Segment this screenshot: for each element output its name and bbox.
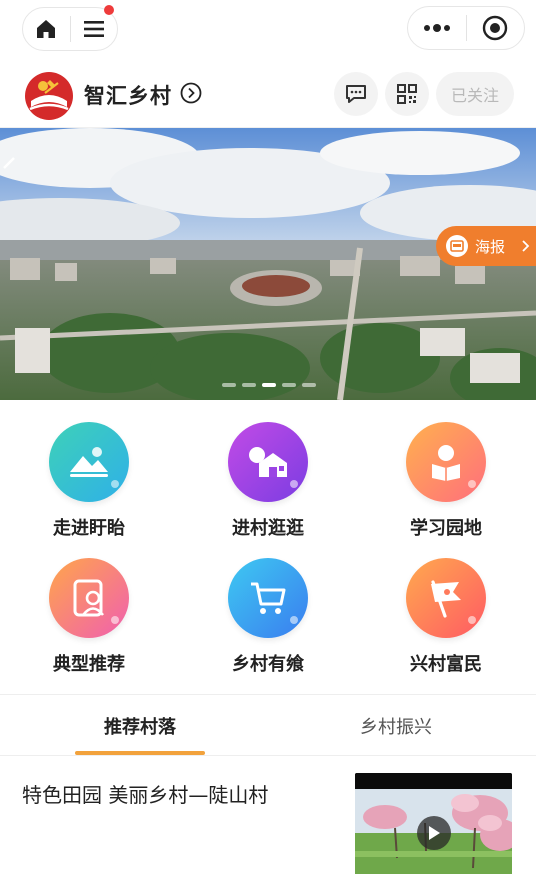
grid-item-label: 学习园地	[410, 518, 482, 539]
nav-capsule	[22, 5, 118, 51]
notification-dot	[104, 5, 114, 15]
more-dots-icon	[423, 24, 450, 32]
more-button[interactable]	[408, 6, 466, 50]
miniapp-capsule	[407, 6, 525, 50]
account-header: 智汇乡村 已关注	[0, 60, 536, 128]
menu-icon	[83, 21, 104, 37]
play-button[interactable]	[417, 816, 451, 850]
grid-item-label: 乡村有飨	[232, 654, 304, 675]
tab-recommended-villages[interactable]: 推荐村落	[50, 695, 230, 757]
grid-item-zoujin[interactable]: 走进盱眙	[9, 422, 169, 552]
hero-banner[interactable]: 海报	[0, 128, 536, 400]
flag-icon	[406, 558, 486, 638]
article-title[interactable]: 特色田园 美丽乡村—陡山村	[22, 779, 268, 808]
grid-item-dianxing[interactable]: 典型推荐	[9, 558, 169, 688]
village-house-icon	[228, 422, 308, 502]
poster-label: 海报	[475, 237, 506, 256]
grid-item-fumin[interactable]: 兴村富民	[366, 558, 526, 688]
video-thumbnail[interactable]	[355, 773, 512, 874]
reading-person-icon	[406, 422, 486, 502]
carousel-indicator	[222, 383, 316, 387]
carousel-dot[interactable]	[282, 383, 296, 387]
menu-button[interactable]	[70, 5, 117, 51]
qrcode-icon	[397, 84, 417, 104]
follow-button[interactable]: 已关注	[436, 72, 514, 116]
grid-item-label: 进村逛逛	[232, 518, 304, 539]
target-close-icon	[483, 15, 508, 41]
chevron-right-icon	[522, 240, 530, 252]
grid-item-youxiang[interactable]: 乡村有飨	[188, 558, 348, 688]
chevron-right-circle-icon[interactable]	[180, 82, 202, 104]
carousel-dot[interactable]	[242, 383, 256, 387]
play-icon	[429, 826, 440, 840]
grid-item-label: 走进盱眙	[53, 518, 125, 539]
qrcode-button[interactable]	[385, 72, 429, 116]
home-icon	[37, 20, 56, 38]
carousel-dot-active[interactable]	[262, 383, 276, 387]
poster-image-icon	[446, 235, 468, 257]
content-tabs: 推荐村落 乡村振兴	[0, 694, 536, 756]
carousel-dot[interactable]	[222, 383, 236, 387]
feature-grid: 走进盱眙 进村逛逛 学习园地 典型推荐 乡村有飨 兴村富民	[0, 400, 536, 694]
grid-item-xuexi[interactable]: 学习园地	[366, 422, 526, 552]
grid-item-label: 典型推荐	[53, 654, 125, 675]
poster-button[interactable]: 海报	[436, 226, 536, 266]
tab-active-underline	[75, 751, 205, 755]
brand-name: 智汇乡村	[84, 84, 172, 108]
top-bar	[0, 0, 536, 58]
home-button[interactable]	[23, 7, 70, 51]
brand-logo	[25, 72, 73, 120]
person-card-icon	[49, 558, 129, 638]
carousel-dot[interactable]	[302, 383, 316, 387]
article-list-item[interactable]: 特色田园 美丽乡村—陡山村	[0, 757, 536, 874]
shopping-cart-icon	[228, 558, 308, 638]
message-icon	[346, 85, 366, 103]
grid-item-label: 兴村富民	[410, 654, 482, 675]
message-button[interactable]	[334, 72, 378, 116]
tab-rural-revitalization[interactable]: 乡村振兴	[306, 695, 486, 757]
landscape-icon	[49, 422, 129, 502]
grid-item-jincun[interactable]: 进村逛逛	[188, 422, 348, 552]
close-miniapp-button[interactable]	[466, 6, 524, 50]
